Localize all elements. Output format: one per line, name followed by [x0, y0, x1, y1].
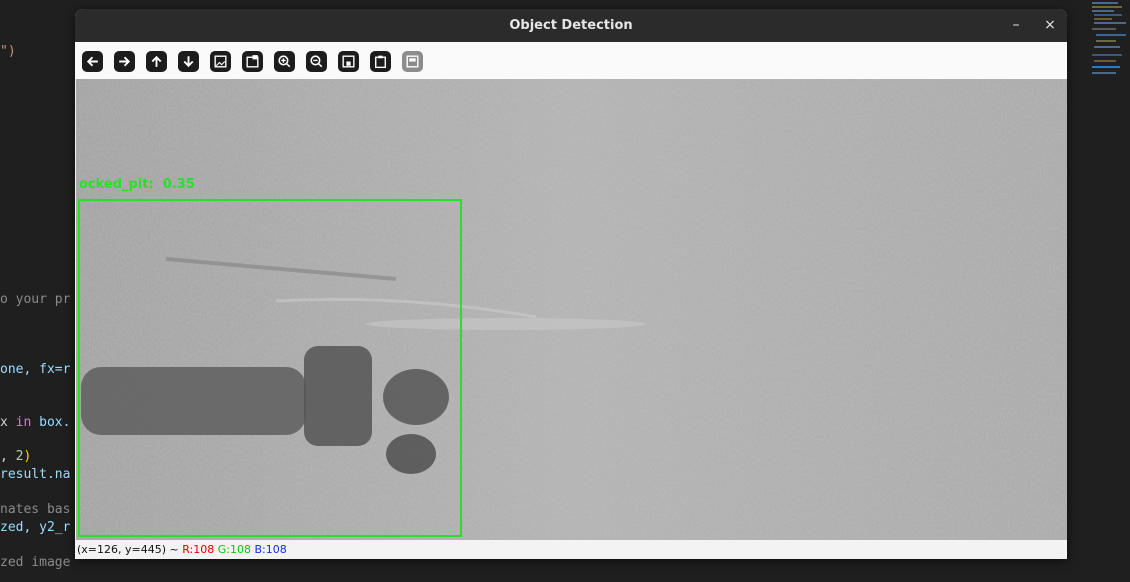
- object-detection-window: Object Detection – × ocked_pit: 0.35 (x=…: [75, 9, 1067, 559]
- arrow-right-icon: [119, 56, 131, 67]
- save-image-button[interactable]: [338, 51, 359, 72]
- image-zoom-icon: [246, 55, 259, 68]
- zoom-out-button[interactable]: [306, 51, 327, 72]
- detection-image[interactable]: ocked_pit: 0.35: [76, 79, 1067, 540]
- arrow-left-icon: [86, 56, 98, 67]
- zoom-in-icon: [278, 55, 291, 68]
- save-icon: [342, 55, 355, 68]
- image-icon: [214, 55, 227, 68]
- cursor-coordinates: (x=126, y=445) ~: [77, 543, 179, 556]
- window-titlebar[interactable]: Object Detection – ×: [75, 9, 1067, 42]
- close-button[interactable]: ×: [1040, 15, 1060, 35]
- code-line: "): [0, 44, 16, 59]
- pan-down-button[interactable]: [178, 51, 199, 72]
- code-line: one, fx=r: [0, 362, 71, 377]
- zoom-in-button[interactable]: [274, 51, 295, 72]
- zoom-original-button[interactable]: [242, 51, 263, 72]
- pan-left-button[interactable]: [82, 51, 103, 72]
- properties-button: [402, 51, 423, 72]
- pan-up-button[interactable]: [146, 51, 167, 72]
- code-line: result.na: [0, 467, 71, 482]
- window-title: Object Detection: [509, 18, 633, 33]
- zoom-out-icon: [310, 55, 323, 68]
- properties-icon: [406, 55, 419, 68]
- pixel-red-value: R:108: [182, 543, 215, 556]
- image-toolbar: [75, 42, 1067, 79]
- arrow-down-icon: [183, 56, 194, 68]
- minimize-button[interactable]: –: [1006, 15, 1026, 35]
- copy-clipboard-button[interactable]: [370, 51, 391, 72]
- pixel-green-value: G:108: [217, 543, 251, 556]
- pixel-status-bar: (x=126, y=445) ~ R:108 G:108 B:108: [75, 540, 1067, 559]
- code-line: zed, y2_r: [0, 520, 71, 535]
- pan-right-button[interactable]: [114, 51, 135, 72]
- code-line: nates bas: [0, 502, 71, 517]
- clipboard-icon: [375, 55, 386, 69]
- detection-label: ocked_pit: 0.35: [79, 177, 195, 192]
- pixel-blue-value: B:108: [254, 543, 287, 556]
- code-line: zed image: [0, 555, 71, 570]
- zoom-fit-button[interactable]: [210, 51, 231, 72]
- detection-bounding-box: [78, 199, 462, 537]
- code-line: o your pr: [0, 292, 71, 307]
- editor-minimap[interactable]: [1088, 0, 1130, 80]
- code-line: , 2): [0, 449, 32, 464]
- arrow-up-icon: [151, 55, 162, 67]
- code-line: x in box.: [0, 415, 71, 430]
